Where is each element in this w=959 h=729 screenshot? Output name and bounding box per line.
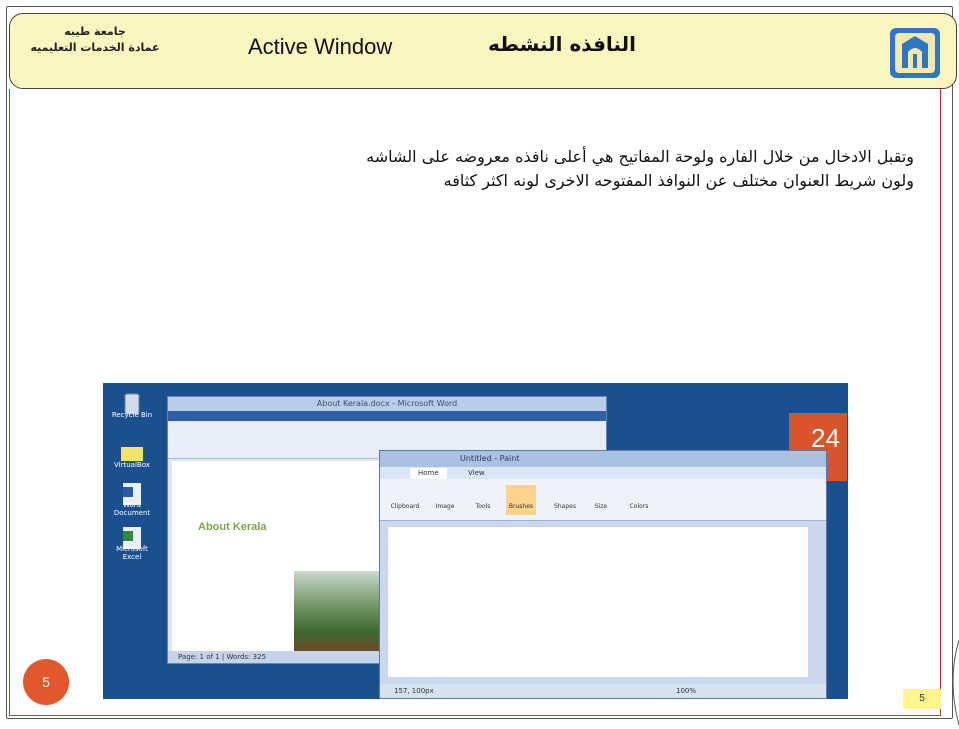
tab-view[interactable]: View xyxy=(460,468,493,479)
slide-number: 5 xyxy=(903,689,941,709)
tab-home[interactable]: Home xyxy=(410,468,447,479)
colors-button[interactable]: Colors xyxy=(624,485,654,515)
palm-tree-image xyxy=(294,571,380,651)
word-title-bar[interactable]: About Kerala.docx - Microsoft Word xyxy=(168,397,606,411)
paint-title-bar[interactable]: Untitled - Paint xyxy=(380,451,826,467)
paint-window[interactable]: Untitled - Paint Home View Clipboard Ima… xyxy=(379,450,827,699)
slide: جامعة طيبه عمادة الخدمات التعليميه Activ… xyxy=(0,0,959,726)
page-circle-badge: 5 xyxy=(23,659,69,705)
paint-status-bar: 157, 100px 100% xyxy=(380,684,826,698)
title-english: Active Window xyxy=(248,34,393,59)
brushes-button[interactable]: Brushes xyxy=(506,485,536,515)
paint-ribbon: Clipboard Image Tools Brushes Shapes Siz… xyxy=(380,479,826,521)
embedded-screenshot: Recycle Bin VirtualBox Word Document Mic… xyxy=(103,383,848,699)
header-bar: جامعة طيبه عمادة الخدمات التعليميه Activ… xyxy=(9,13,957,89)
desktop-label-vbox: VirtualBox xyxy=(114,461,150,469)
university-label: جامعة طيبه عمادة الخدمات التعليميه xyxy=(30,24,160,56)
word-heading: About Kerala xyxy=(198,521,267,533)
university-logo-icon xyxy=(888,24,942,80)
deanship-name: عمادة الخدمات التعليميه xyxy=(30,41,160,54)
word-tab-row[interactable] xyxy=(168,411,606,421)
clipboard-button[interactable]: Clipboard xyxy=(390,485,420,515)
size-button[interactable]: Size xyxy=(586,485,616,515)
shapes-button[interactable]: Shapes xyxy=(550,485,580,515)
university-name: جامعة طيبه xyxy=(64,25,126,38)
body-line-2: ولون شريط العنوان مختلف عن النوافذ المفت… xyxy=(443,171,914,190)
body-line-1: وتقبل الادخال من خلال الفاره ولوحة المفا… xyxy=(366,147,914,166)
paint-zoom: 100% xyxy=(676,687,697,695)
paint-tab-row: Home View xyxy=(380,467,826,479)
desktop-label-word: Word Document xyxy=(113,501,151,517)
image-button[interactable]: Image xyxy=(430,485,460,515)
desktop-label-recycle: Recycle Bin xyxy=(111,411,153,419)
body-text: وتقبل الادخال من خلال الفاره ولوحة المفا… xyxy=(90,145,914,193)
paint-canvas[interactable] xyxy=(388,527,808,677)
tools-button[interactable]: Tools xyxy=(468,485,498,515)
desktop-label-excel: Microsoft Excel xyxy=(116,545,148,561)
decorative-curve-icon xyxy=(945,639,959,726)
title-arabic: النافذه النشطه xyxy=(488,32,636,56)
paint-coordinates: 157, 100px xyxy=(394,687,434,695)
